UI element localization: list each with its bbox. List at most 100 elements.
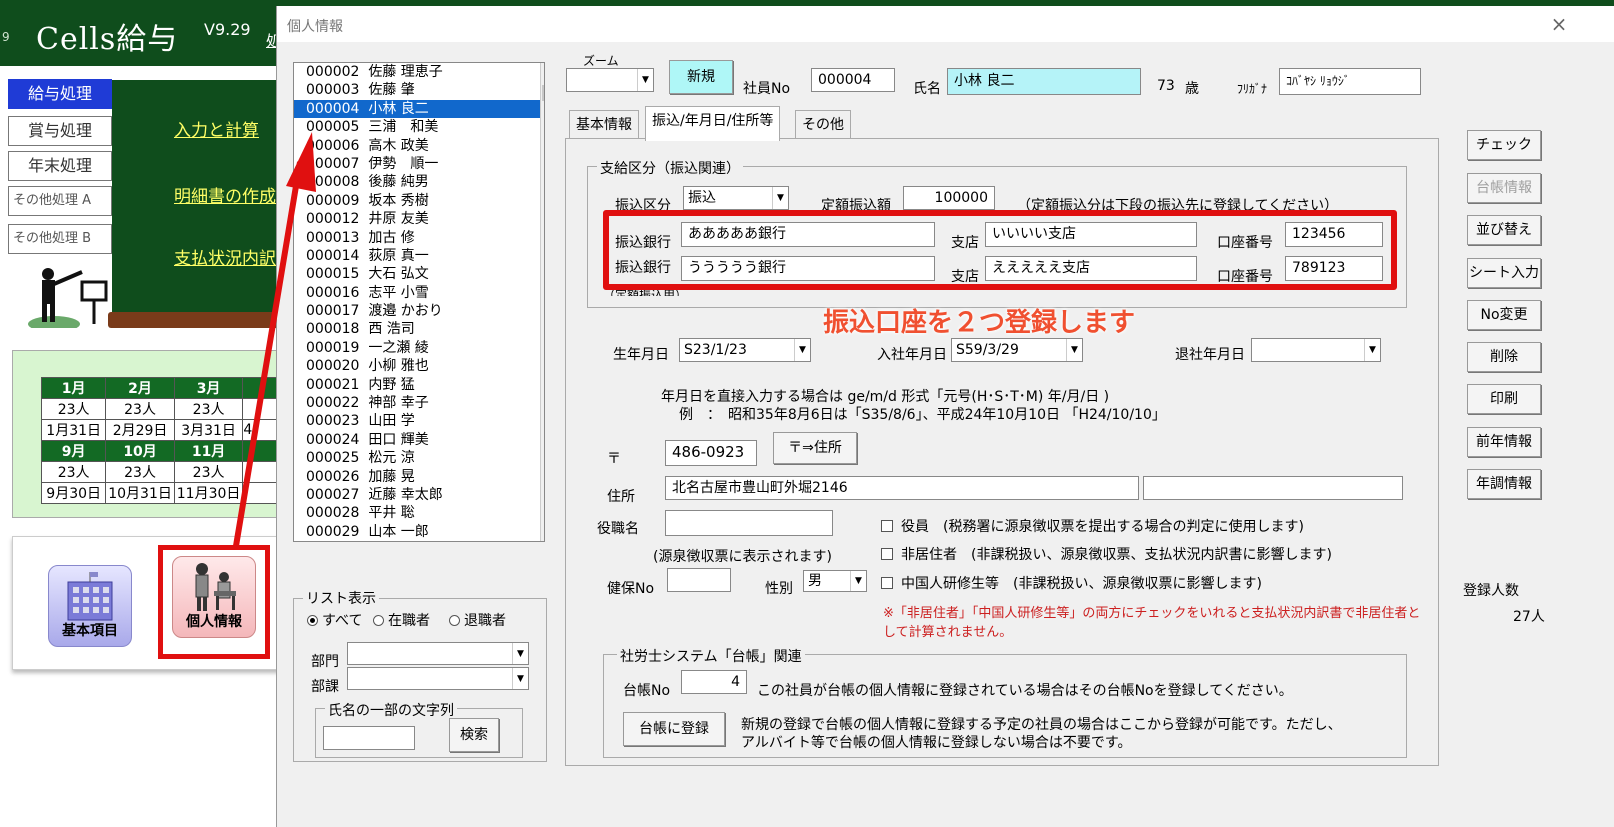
employee-list-item[interactable]: 000029 山本 一郎 [294,523,544,541]
dept-select[interactable]: ▼ [347,642,529,665]
emp-no-field[interactable]: 000004 [811,68,895,92]
postal-field[interactable]: 486-0923 [665,440,757,466]
link-payment-status[interactable]: 支払状況内訳 [174,244,276,269]
name-search-input[interactable] [323,726,415,750]
employee-list-item[interactable]: 000025 松元 涼 [294,449,544,467]
address-field-1[interactable]: 北名古屋市豊山町外堀2146 [665,476,1139,500]
employee-list-item[interactable]: 000014 荻原 真一 [294,247,544,265]
fixed-amount-field[interactable]: 100000 [903,186,995,210]
employee-list-item[interactable]: 000020 小柳 雅也 [294,357,544,375]
dept-label: 部門 [311,654,339,670]
ledger-no-note: この社員が台帳の個人情報に登録されている場合はその台帳Noを登録してください。 [757,683,1293,699]
tab-other[interactable]: その他 [795,110,851,140]
gender-select[interactable]: 男 ▼ [803,570,867,592]
prev-year-button[interactable]: 前年情報 [1467,427,1541,457]
trainee-checkbox[interactable]: 中国人研修生等 (非課税扱い、源泉徴収票に影響します) [881,573,1262,593]
sort-button[interactable]: 並び替え [1467,215,1541,245]
employee-list-item[interactable]: 000024 田口 輝美 [294,431,544,449]
tab-basic[interactable]: 基本情報 [569,110,639,140]
ledger-info-button[interactable]: 台帳情報 [1467,173,1541,203]
scroll-down-icon[interactable]: ▼ [541,523,544,540]
payment-type-select[interactable]: 振込 ▼ [683,186,789,210]
menu-other-b[interactable]: その他処理 B [8,224,112,254]
employee-list-item[interactable]: 000003 佐藤 肇 [294,81,544,99]
check-button[interactable]: チェック [1467,130,1541,160]
birth-select[interactable]: S23/1/23 ▼ [679,338,811,362]
name-field[interactable]: 小林 良二 [947,68,1141,95]
print-button[interactable]: 印刷 [1467,384,1541,414]
personal-info-dialog: 個人情報 × 000002 佐藤 理恵子 000003 佐藤 肇 000004 小林… [276,6,1614,827]
employee-no: 000018 [306,321,360,338]
postal-to-address-button[interactable]: 〒⇒住所 [773,432,857,464]
employee-list-item[interactable]: 000008 後藤 純男 [294,173,544,191]
ledger-register-button[interactable]: 台帳に登録 [623,712,725,746]
position-field[interactable] [665,510,833,536]
radio-all[interactable]: すべて [307,610,362,630]
section-select[interactable]: ▼ [347,667,529,690]
employee-list-item[interactable]: 000022 神部 幸子 [294,394,544,412]
nonresident-checkbox[interactable]: 非居住者 (非課税扱い、源泉徴収票、支払状況内訳書に影響します) [881,544,1332,564]
employee-list-item[interactable]: 000009 坂本 秀樹 [294,192,544,210]
officer-checkbox[interactable]: 役員 (税務署に源泉徴収票を提出する場合の判定に使用します) [881,516,1304,536]
employee-list-item[interactable]: 000016 志平 小雪 [294,284,544,302]
link-input-calc[interactable]: 入力と計算 [174,116,259,141]
employee-list-item[interactable]: 000023 山田 学 [294,412,544,430]
delete-button[interactable]: 削除 [1467,342,1541,372]
new-button[interactable]: 新規 [669,60,733,94]
furigana-field[interactable]: ｺﾊﾞﾔｼ ﾘｮｳｼﾞ [1279,68,1421,95]
menu-bonus[interactable]: 賞与処理 [8,116,112,146]
employee-list-item[interactable]: 000013 加古 修 [294,229,544,247]
count-cell: 23人 [173,461,244,483]
employee-list-item[interactable]: 000007 伊勢 順一 [294,155,544,173]
employee-list-item[interactable]: 000005 三浦 和美 [294,118,544,136]
callout-text: 振込口座を２つ登録します [823,308,1136,338]
employee-list-item[interactable]: 000017 渡邉 かおり [294,302,544,320]
date-hint-2: 例 ： 昭和35年8月6日は「S35/8/6」、平成24年10月10日 「H24… [679,407,1166,423]
employee-list-item[interactable]: 000028 平井 聡 [294,504,544,522]
employee-list-item[interactable]: 000015 大石 弘文 [294,265,544,283]
employee-no: 000008 [306,174,360,191]
month-cell: 11月 [173,440,244,462]
employee-list-item[interactable]: 000019 一之瀬 綾 [294,339,544,357]
scroll-up-icon[interactable]: ▲ [541,65,544,82]
scroll-thumb[interactable] [542,85,544,101]
date-hint-1: 年月日を直接入力する場合は ge/m/d 形式「元号(H･S･T･M) 年/月/… [661,389,1110,405]
list-scrollbar[interactable]: ▲ ▼ [540,63,544,541]
employee-list-item[interactable]: 000012 井原 友美 [294,210,544,228]
radio-retired[interactable]: 退職者 [449,610,506,630]
change-no-button[interactable]: No変更 [1467,300,1541,330]
employee-list-item[interactable]: 000027 近藤 幸太郎 [294,486,544,504]
tab-transfer[interactable]: 振込/年月日/住所等 [645,106,781,141]
employee-name: 加藤 晃 [368,468,415,485]
employee-list-item[interactable]: 000021 内野 猛 [294,376,544,394]
year-end-adjust-button[interactable]: 年調情報 [1467,469,1541,499]
employee-list-item[interactable]: 000004 小林 良二 [294,99,544,119]
zoom-select[interactable]: ▼ [566,68,654,92]
employee-no: 000026 [306,468,360,485]
link-statements[interactable]: 明細書の作成 [174,182,276,207]
basic-items-button[interactable]: 基本項目 [48,565,132,647]
employee-list[interactable]: 000002 佐藤 理恵子 000003 佐藤 肇 000004 小林 良二 0000… [293,62,545,542]
menu-payroll[interactable]: 給与処理 [8,79,112,109]
menu-year-end[interactable]: 年末処理 [8,151,112,181]
employee-list-item[interactable]: 000018 西 浩司 [294,320,544,338]
employee-name: 高木 政美 [368,137,429,154]
address-field-2[interactable] [1143,476,1403,500]
employee-list-item[interactable]: 000026 加藤 晃 [294,468,544,486]
furigana-label: ﾌﾘｶﾞﾅ [1237,82,1268,96]
sheet-input-button[interactable]: シート入力 [1467,258,1541,288]
insurance-field[interactable] [667,568,731,592]
close-icon[interactable]: × [1547,12,1571,36]
leave-select[interactable]: ▼ [1251,338,1381,362]
employee-list-item[interactable]: 000006 高木 政美 [294,137,544,155]
ledger-no-field[interactable]: 4 [681,670,747,694]
menu-other-a[interactable]: その他処理 A [8,186,112,216]
employee-no: 000002 [306,64,360,80]
search-button[interactable]: 検索 [449,718,499,752]
employee-no: 000023 [306,413,360,430]
checkbox-box [881,520,893,532]
join-select[interactable]: S59/3/29 ▼ [951,338,1083,362]
radio-employed[interactable]: 在職者 [373,610,430,630]
employee-list-item[interactable]: 000002 佐藤 理恵子 [294,63,544,81]
emp-no-label: 社員No [743,81,791,97]
